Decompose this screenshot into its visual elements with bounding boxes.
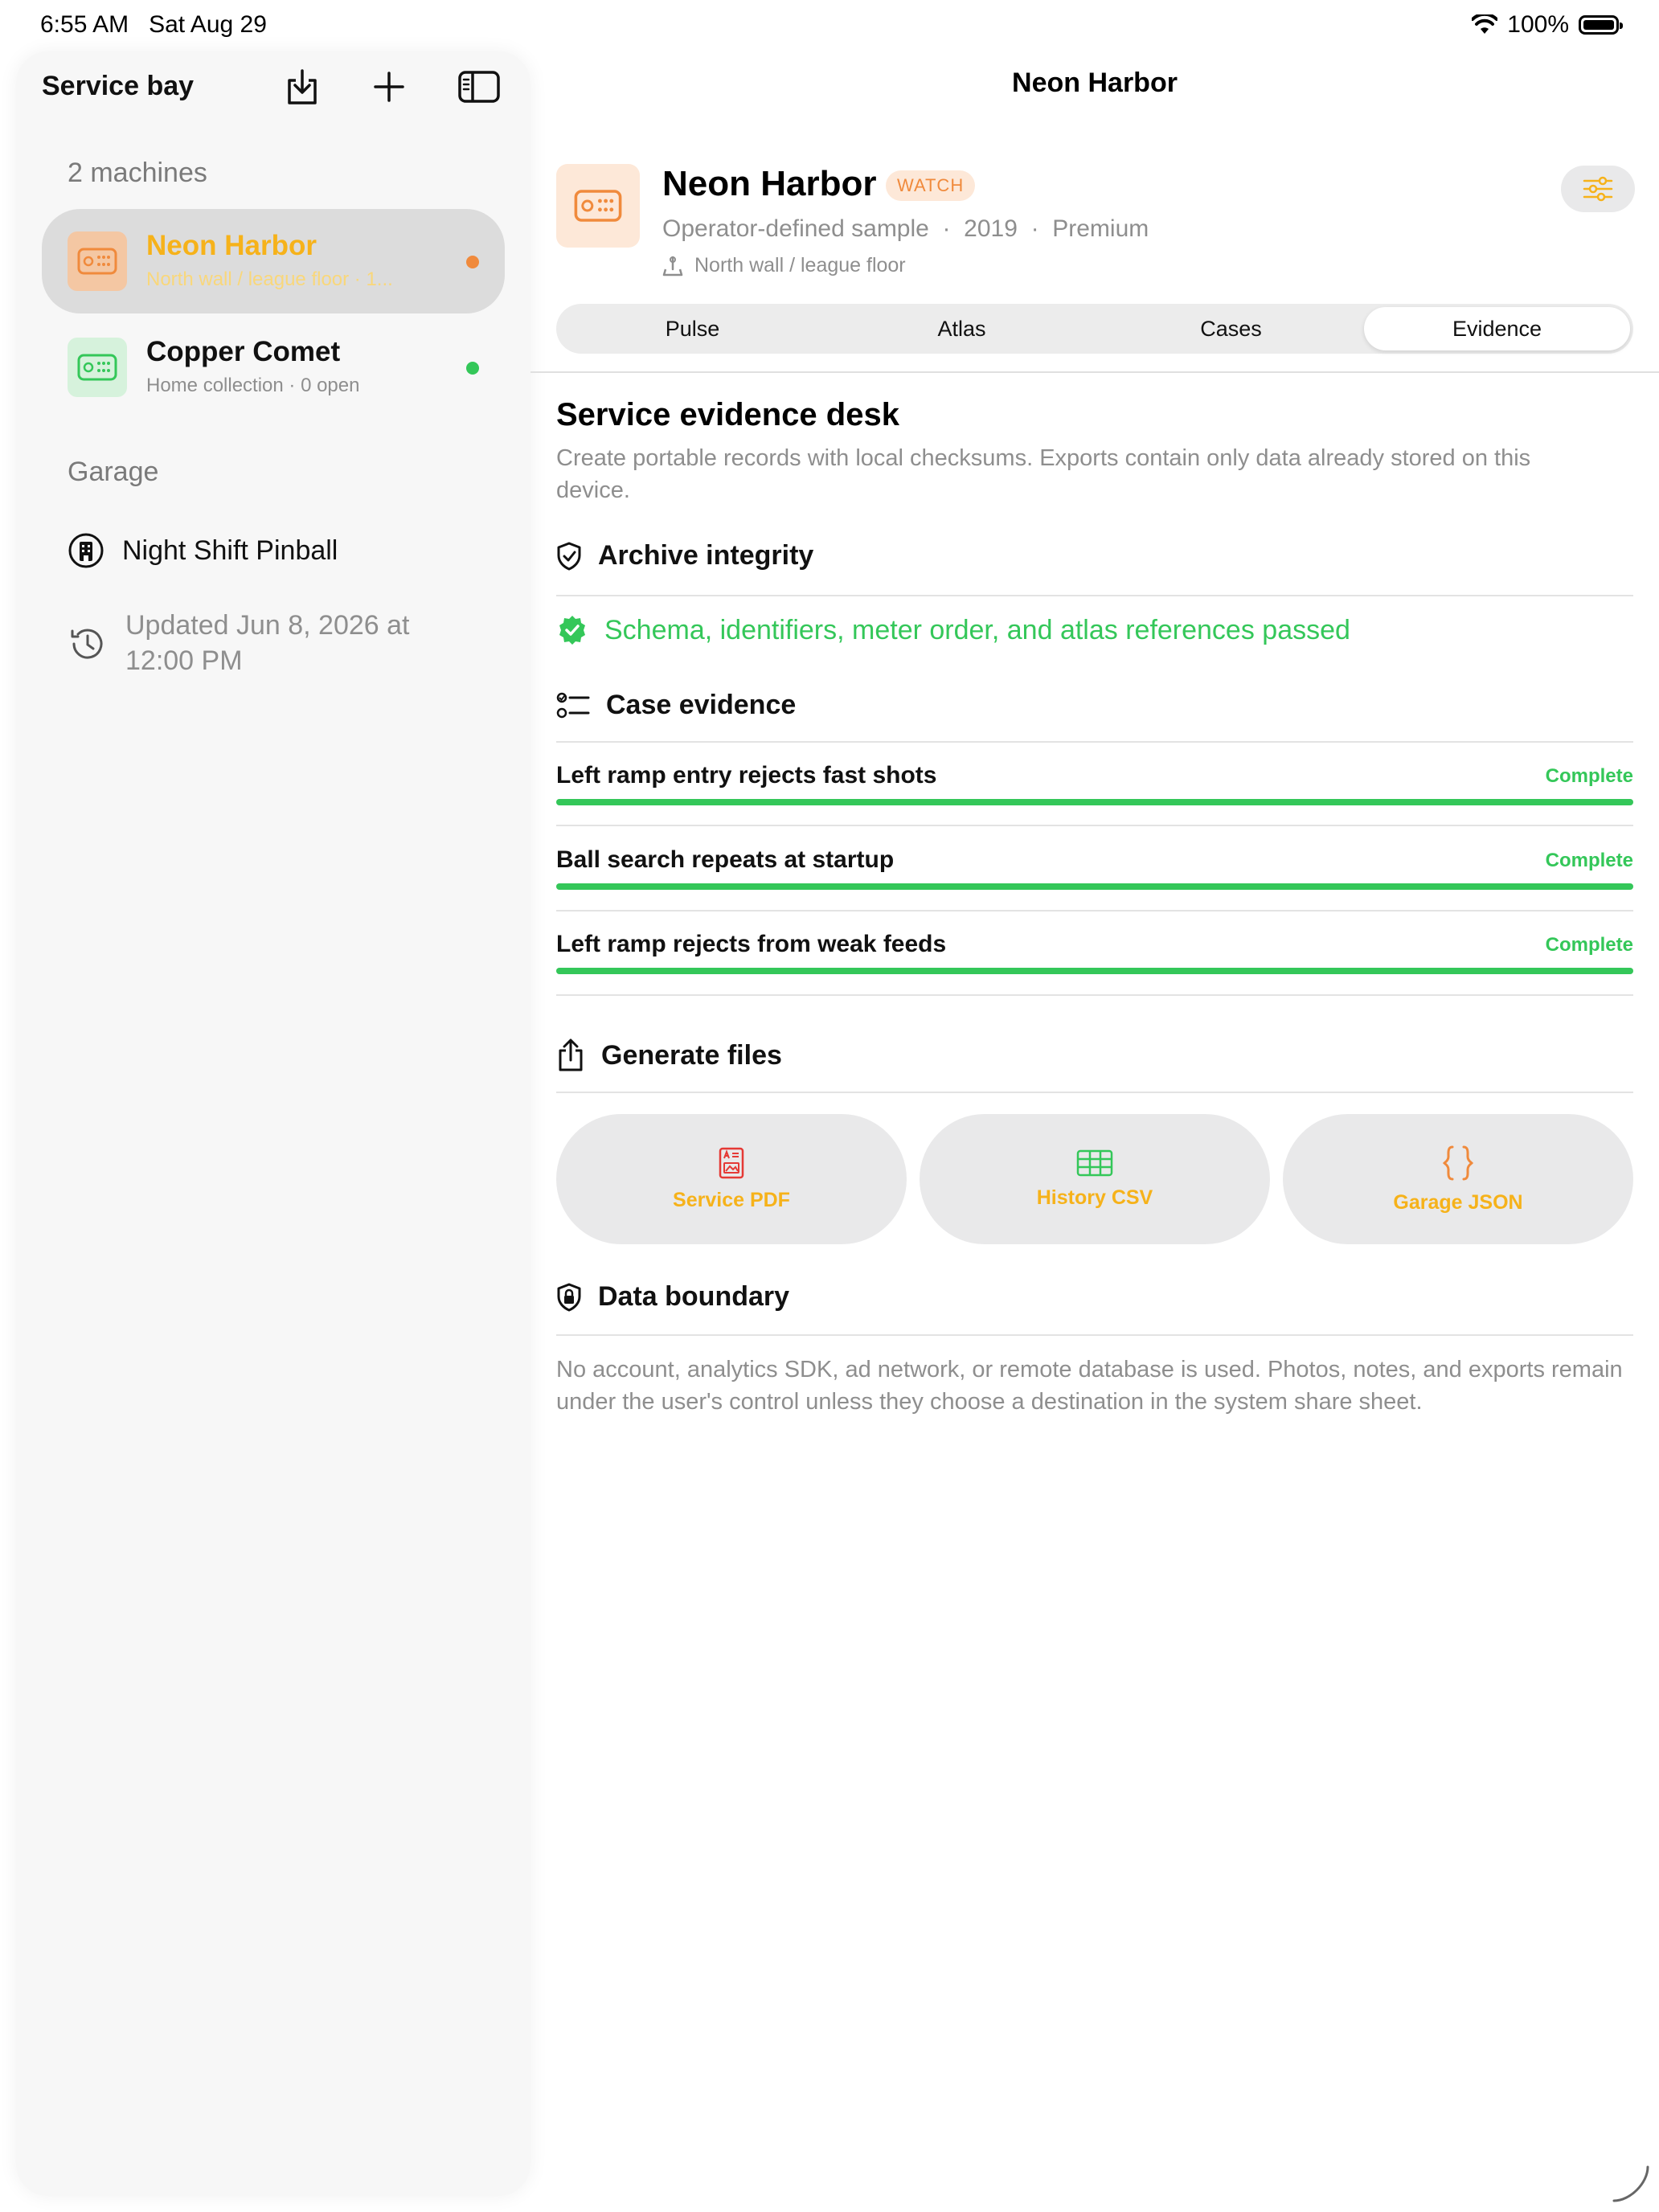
progress-fill — [556, 799, 1633, 805]
progress-fill — [556, 883, 1633, 890]
divider — [530, 371, 1659, 373]
sidebar-toggle-icon — [458, 71, 500, 103]
button-label: Garage JSON — [1393, 1190, 1523, 1214]
machine-meta: Operator-defined sample · 2019 · Premium — [662, 215, 1149, 242]
add-machine-button[interactable] — [365, 63, 413, 111]
status-time-date: 6:55 AM Sat Aug 29 — [40, 11, 267, 38]
garage-name: Night Shift Pinball — [122, 535, 338, 566]
section-tabs: Pulse Atlas Cases Evidence — [556, 304, 1633, 354]
shield-check-icon — [557, 542, 581, 570]
import-button[interactable] — [278, 63, 326, 111]
case-evidence-heading: Case evidence — [556, 690, 796, 721]
pinball-icon — [77, 354, 117, 381]
battery-percent: 100% — [1507, 11, 1569, 38]
divider — [556, 1334, 1633, 1336]
status-dot — [466, 362, 479, 375]
section-title: Service evidence desk — [556, 397, 899, 432]
history-csv-button[interactable]: History CSV — [920, 1114, 1270, 1244]
button-label: Service PDF — [673, 1188, 790, 1211]
garage-heading: Garage — [68, 457, 159, 487]
garage-json-button[interactable]: Garage JSON — [1283, 1114, 1633, 1244]
resize-handle-icon[interactable] — [1611, 2164, 1651, 2204]
machine-row-copper-comet[interactable]: Copper Comet Home collection · 0 open — [42, 315, 505, 420]
integrity-status: Schema, identifiers, meter order, and at… — [556, 614, 1350, 646]
service-pdf-button[interactable]: Service PDF — [556, 1114, 907, 1244]
building-icon — [68, 533, 104, 568]
button-label: History CSV — [1036, 1186, 1153, 1209]
tab-cases[interactable]: Cases — [1098, 307, 1364, 350]
pinball-icon — [77, 248, 117, 275]
verified-badge-icon — [559, 616, 585, 645]
progress-fill — [556, 968, 1633, 974]
sidebar-title: Service bay — [42, 71, 195, 101]
tab-evidence[interactable]: Evidence — [1364, 307, 1630, 350]
divider — [556, 1092, 1633, 1093]
curly-braces-icon — [1442, 1145, 1474, 1180]
generate-files-heading: Generate files — [556, 1038, 782, 1072]
table-icon — [1076, 1149, 1113, 1176]
machine-icon — [68, 231, 127, 291]
status-indicators: 100% — [1472, 11, 1623, 39]
data-boundary-text: No account, analytics SDK, ad network, o… — [556, 1357, 1623, 1415]
case-status: Complete — [1545, 850, 1633, 871]
case-title: Ball search repeats at startup — [556, 846, 895, 873]
case-row[interactable]: Left ramp rejects from weak feeds Comple… — [556, 931, 1633, 979]
wifi-icon — [1472, 14, 1498, 35]
machine-icon — [68, 338, 127, 397]
machines-count-heading: 2 machines — [68, 158, 207, 188]
divider — [556, 910, 1633, 911]
updated-timestamp: Updated Jun 8, 2026 at 12:00 PM — [125, 610, 410, 676]
share-icon — [559, 1038, 583, 1071]
toggle-sidebar-button[interactable] — [455, 63, 503, 111]
divider — [556, 825, 1633, 826]
updated-row: Updated Jun 8, 2026 at 12:00 PM — [68, 608, 463, 678]
divider — [556, 595, 1633, 596]
case-title: Left ramp entry rejects fast shots — [556, 762, 937, 789]
machine-header-icon — [556, 164, 640, 248]
pinball-icon — [574, 190, 622, 222]
location-pin-icon — [662, 256, 683, 276]
status-dot — [466, 256, 479, 268]
divider — [556, 994, 1633, 996]
battery-icon — [1579, 15, 1623, 35]
machine-subtitle: Home collection · 0 open — [146, 375, 360, 396]
progress-track — [556, 883, 1633, 890]
section-description: Create portable records with local check… — [556, 445, 1531, 503]
progress-track — [556, 968, 1633, 974]
sliders-icon — [1583, 176, 1613, 202]
tab-pulse[interactable]: Pulse — [559, 307, 825, 350]
machine-name: Copper Comet — [146, 336, 341, 367]
machine-subtitle: North wall / league floor · 1... — [146, 268, 393, 290]
status-bar: 6:55 AM Sat Aug 29 100% — [0, 0, 1659, 51]
checklist-icon — [556, 692, 590, 718]
machine-row-neon-harbor[interactable]: Neon Harbor North wall / league floor · … — [42, 209, 505, 313]
case-status: Complete — [1545, 934, 1633, 956]
case-row[interactable]: Left ramp entry rejects fast shots Compl… — [556, 762, 1633, 810]
plus-icon — [374, 72, 404, 102]
machine-location: North wall / league floor — [662, 254, 906, 277]
case-row[interactable]: Ball search repeats at startup Complete — [556, 846, 1633, 895]
data-boundary-heading: Data boundary — [556, 1281, 789, 1313]
pdf-doc-icon — [719, 1147, 744, 1178]
case-status: Complete — [1545, 765, 1633, 787]
nav-title: Neon Harbor — [1012, 68, 1178, 98]
case-title: Left ramp rejects from weak feeds — [556, 931, 947, 957]
sidebar: Service bay 2 machines Neon Harbor North… — [16, 51, 530, 2196]
lock-shield-icon — [557, 1283, 581, 1311]
tab-atlas[interactable]: Atlas — [829, 307, 1095, 350]
garage-name-row[interactable]: Night Shift Pinball — [68, 532, 338, 569]
filter-settings-button[interactable] — [1561, 166, 1635, 212]
machine-title: Neon Harbor — [662, 164, 877, 203]
status-badge: WATCH — [886, 170, 976, 201]
archive-integrity-heading: Archive integrity — [556, 540, 813, 571]
machine-name: Neon Harbor — [146, 230, 317, 261]
history-clock-icon — [71, 629, 103, 659]
divider — [556, 741, 1633, 743]
import-icon — [288, 69, 317, 104]
progress-track — [556, 799, 1633, 805]
